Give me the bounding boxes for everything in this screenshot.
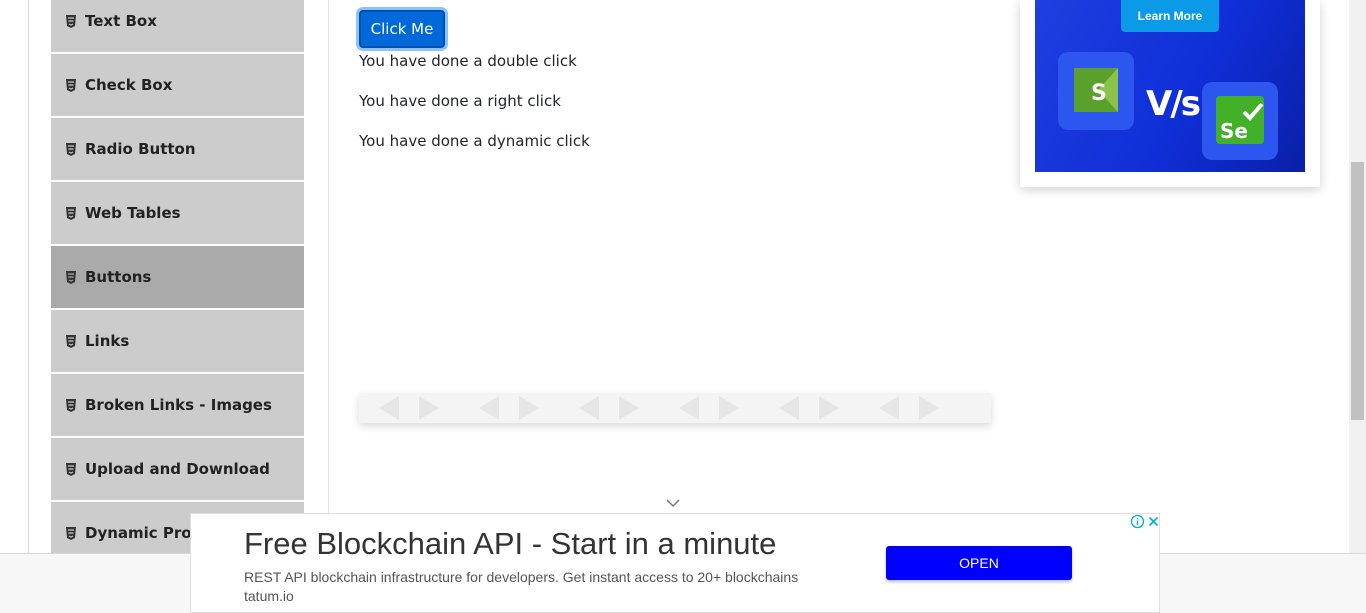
sidebar-item-label: Links [85,332,130,350]
double-click-message: You have done a double click [359,52,577,70]
html5-icon [66,398,76,412]
page: Text Box Check Box Radio Button Web Tabl… [0,0,1366,613]
sidebar-border [28,0,29,553]
selenium-logo: Se [1202,82,1278,160]
sidebar-item-text-box[interactable]: Text Box [51,0,304,54]
sidebar-item-links[interactable]: Links [51,310,304,374]
info-icon[interactable] [1130,514,1145,529]
selenium-logo-shape: Se [1216,96,1264,144]
svg-text:S: S [1091,81,1107,106]
ad-banner-right[interactable]: Learn More S V/s Se [1020,0,1320,187]
html5-icon [66,526,76,540]
sidebar-item-buttons[interactable]: Buttons [51,246,304,310]
html5-icon [66,270,76,284]
html5-icon [66,14,76,28]
sidebar-item-label: Radio Button [85,140,196,158]
ad-banner-bottom[interactable]: Free Blockchain API - Start in a minute … [190,513,1160,613]
versus-text: V/s [1146,84,1201,124]
html5-icon [66,142,76,156]
sidebar-item-label: Text Box [85,12,157,30]
dynamic-click-message: You have done a dynamic click [359,132,590,150]
sidebar-item-web-tables[interactable]: Web Tables [51,182,304,246]
sidebar-menu: Text Box Check Box Radio Button Web Tabl… [51,0,304,566]
sidebar-item-label: Check Box [85,76,173,94]
sidebar-item-label: Web Tables [85,204,181,222]
right-click-message: You have done a right click [359,92,561,110]
ad-open-button[interactable]: OPEN [886,546,1072,580]
click-me-button[interactable]: Click Me [359,10,445,48]
sidebar-item-label: Dynamic Prop [85,524,203,542]
katalon-logo: S [1058,52,1134,130]
html5-icon [66,78,76,92]
katalon-logo-shape: S [1074,68,1118,112]
svg-text:Se: Se [1220,119,1248,143]
chevron-down-icon[interactable] [666,498,680,508]
ad-title[interactable]: Free Blockchain API - Start in a minute [244,526,776,562]
ad-image: Learn More S V/s Se [1035,0,1305,172]
sidebar-item-check-box[interactable]: Check Box [51,54,304,118]
html5-icon [66,206,76,220]
learn-more-button[interactable]: Learn More [1121,0,1219,32]
ad-placeholder [359,393,991,423]
sidebar-item-radio-button[interactable]: Radio Button [51,118,304,182]
sidebar-item-label: Upload and Download [85,460,270,478]
sidebar-item-broken-links[interactable]: Broken Links - Images [51,374,304,438]
sidebar-item-label: Buttons [85,268,152,286]
html5-icon [66,462,76,476]
html5-icon [66,334,76,348]
ad-pattern [379,396,939,420]
sidebar-item-upload-download[interactable]: Upload and Download [51,438,304,502]
sidebar-item-label: Broken Links - Images [85,396,272,414]
scrollbar-thumb[interactable] [1351,162,1364,420]
content-divider [328,0,329,553]
close-icon[interactable] [1146,514,1161,529]
ad-description: REST API blockchain infrastructure for d… [244,569,799,604]
